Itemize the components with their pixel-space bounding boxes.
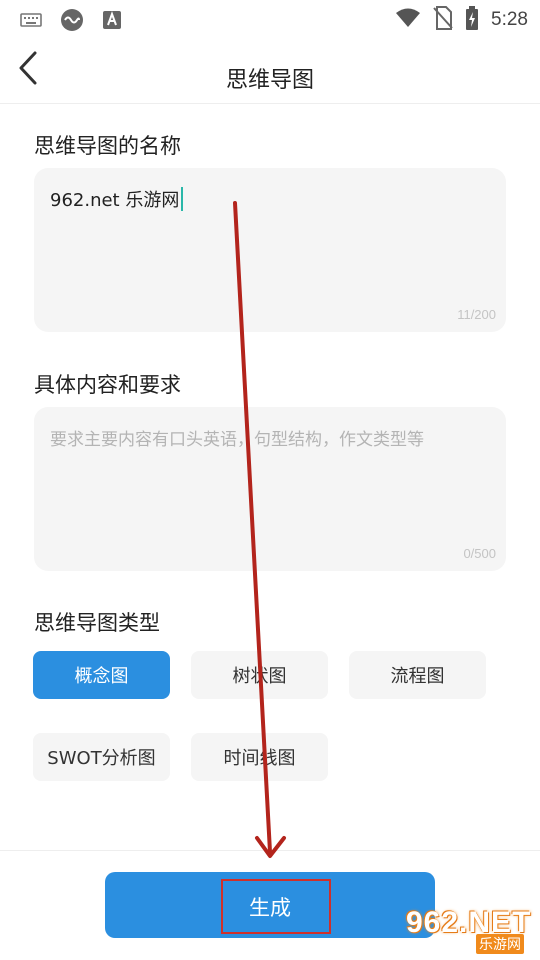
- page-title: 思维导图: [225, 68, 314, 93]
- type-option-tree-map[interactable]: 树状图: [191, 651, 328, 699]
- type-option-label: 树状图: [232, 666, 287, 687]
- status-bar-right: 5:28: [395, 6, 528, 34]
- keyboard-icon: [20, 12, 42, 32]
- content-placeholder: 要求主要内容有口头英语，句型结构，作文类型等: [50, 430, 424, 450]
- type-option-label: 流程图: [390, 666, 445, 687]
- type-option-label: SWOT分析图: [47, 748, 156, 769]
- content-field-label: 具体内容和要求: [34, 373, 181, 397]
- type-option-timeline[interactable]: 时间线图: [191, 733, 328, 781]
- type-option-concept-map[interactable]: 概念图: [33, 651, 170, 699]
- watermark-small-text: 乐游网: [476, 934, 524, 954]
- type-option-flowchart[interactable]: 流程图: [349, 651, 486, 699]
- status-bar: 5:28: [0, 0, 540, 36]
- type-option-label: 时间线图: [223, 748, 296, 769]
- type-section-label: 思维导图类型: [34, 611, 160, 635]
- name-textarea[interactable]: 962.net 乐游网 11/200: [34, 168, 506, 332]
- content-char-counter: 0/500: [463, 546, 496, 561]
- font-app-icon: [102, 10, 122, 34]
- generate-button[interactable]: 生成: [105, 872, 435, 938]
- status-bar-left: [20, 8, 122, 36]
- text-cursor: [181, 187, 184, 211]
- watermark-logo: 962.NET 乐游网: [400, 906, 536, 958]
- battery-charging-icon: [465, 6, 479, 34]
- type-option-label: 概念图: [74, 666, 129, 687]
- name-input-value-wrap: 962.net 乐游网: [50, 186, 184, 212]
- generate-button-label: 生成: [249, 896, 291, 920]
- status-time: 5:28: [491, 9, 528, 30]
- header: 思维导图: [0, 36, 540, 104]
- no-sim-icon: [433, 6, 453, 34]
- content-textarea[interactable]: 要求主要内容有口头英语，句型结构，作文类型等 0/500: [34, 407, 506, 571]
- type-option-swot[interactable]: SWOT分析图: [33, 733, 170, 781]
- infinity-app-icon: [60, 8, 84, 36]
- name-char-counter: 11/200: [457, 307, 496, 322]
- name-field-label: 思维导图的名称: [34, 134, 181, 158]
- wifi-icon: [395, 7, 421, 33]
- name-input-value: 962.net 乐游网: [50, 190, 180, 211]
